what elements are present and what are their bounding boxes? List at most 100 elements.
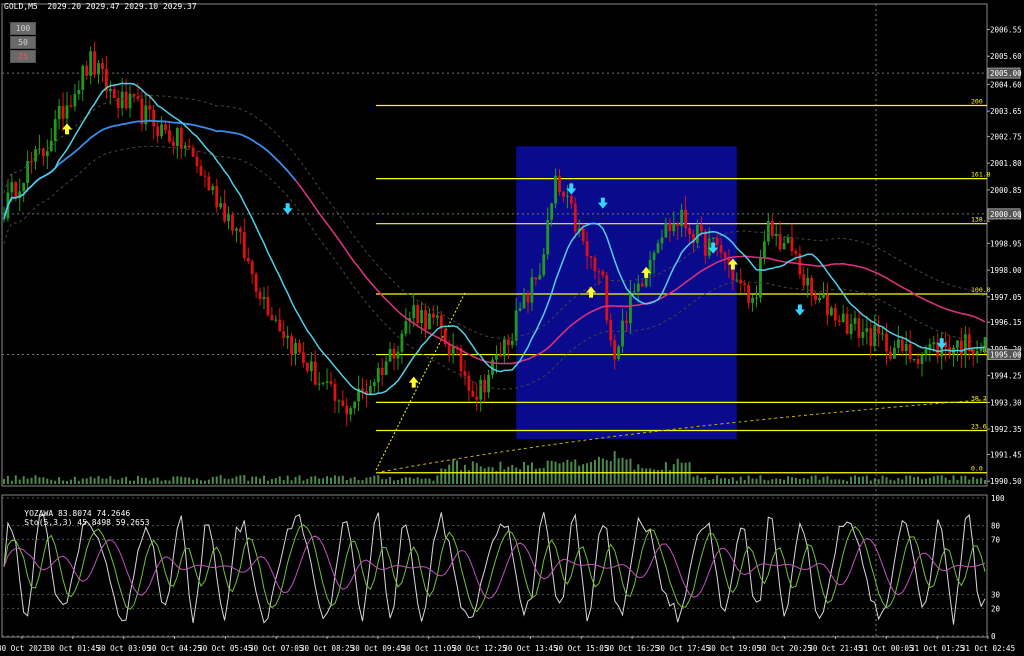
volume-bar — [58, 477, 61, 484]
bear-candle — [471, 390, 475, 397]
bull-candle — [755, 297, 758, 299]
bear-candle — [585, 241, 589, 257]
volume-bar — [73, 476, 76, 484]
bull-candle — [774, 233, 778, 237]
bull-candle — [956, 340, 959, 348]
bull-candle — [337, 400, 341, 402]
bear-candle — [814, 295, 818, 300]
volume-bar — [385, 479, 388, 484]
volume-bar — [952, 475, 955, 484]
bull-candle — [77, 89, 81, 95]
volume-bar — [597, 456, 600, 484]
bear-candle — [739, 279, 743, 284]
bear-candle — [171, 141, 175, 146]
bull-candle — [274, 319, 278, 321]
volume-bar — [227, 479, 230, 484]
price-axis-label: 1998.00 — [990, 266, 1022, 275]
timeframe-button-50[interactable]: 50 — [10, 36, 36, 49]
bull-candle — [160, 124, 163, 137]
volume-bar — [129, 480, 132, 484]
volume-bar — [751, 478, 754, 484]
time-axis-label: 30 Oct 07:05 — [249, 644, 303, 653]
volume-bar — [814, 475, 817, 484]
bear-candle — [254, 273, 258, 292]
fib-level-label: 161.8 — [971, 171, 991, 179]
volume-bar — [818, 479, 821, 484]
bear-candle — [231, 214, 234, 231]
volume-bar — [593, 459, 596, 484]
volume-bar — [538, 468, 541, 484]
time-axis-label: 30 Oct 01:45 — [46, 644, 100, 653]
bull-candle — [822, 295, 825, 298]
volume-bar — [767, 480, 770, 484]
volume-bar — [192, 479, 195, 484]
bull-candle — [629, 292, 632, 324]
volume-bar — [176, 476, 179, 484]
bear-candle — [164, 124, 167, 131]
volume-bar — [850, 476, 853, 484]
bull-candle — [317, 383, 321, 385]
bull-candle — [294, 343, 297, 355]
volume-bar — [932, 476, 935, 484]
volume-bar — [928, 477, 931, 484]
price-axis-label: 2001.80 — [990, 159, 1022, 168]
volume-bar — [105, 478, 108, 484]
volume-bar — [416, 477, 419, 484]
bull-candle — [664, 223, 668, 238]
bull-candle — [621, 320, 624, 347]
bull-candle — [924, 349, 928, 355]
bear-candle — [85, 65, 89, 76]
volume-bar — [790, 477, 793, 484]
volume-bar — [621, 457, 624, 484]
timeframe-button-100[interactable]: 100 — [10, 22, 36, 35]
bull-candle — [514, 310, 518, 341]
volume-bar — [964, 475, 967, 484]
timeframe-button-25[interactable]: 25 — [10, 50, 36, 63]
bear-candle — [242, 232, 246, 259]
volume-bar — [641, 468, 644, 484]
bear-candle — [61, 105, 65, 119]
volume-bar — [361, 480, 364, 484]
bull-candle — [404, 321, 408, 334]
price-axis-label: 2003.65 — [990, 107, 1022, 116]
bull-candle — [542, 254, 546, 276]
volume-bar — [424, 478, 427, 484]
bull-candle — [128, 93, 132, 109]
bear-candle — [869, 328, 873, 347]
bear-candle — [345, 405, 349, 415]
volume-bar — [26, 478, 29, 484]
volume-bar — [306, 479, 309, 484]
bear-candle — [810, 277, 814, 296]
bull-candle — [979, 348, 983, 352]
bear-candle — [802, 274, 806, 286]
volume-bar — [743, 479, 746, 484]
volume-bar — [389, 477, 392, 484]
bear-candle — [298, 343, 301, 353]
time-axis-label: 30 Oct 11:05 — [402, 644, 456, 653]
volume-bar — [629, 458, 632, 484]
highlight-box — [516, 146, 737, 439]
price-tag-label: 2005.00 — [990, 69, 1022, 78]
bull-candle — [400, 333, 404, 352]
bull-candle — [286, 335, 290, 338]
bear-candle — [305, 362, 309, 372]
volume-bar — [802, 477, 805, 484]
price-axis-label: 2004.60 — [990, 80, 1022, 89]
oscillator-level-label: 80 — [991, 522, 1001, 531]
volume-bar — [924, 478, 927, 484]
bear-candle — [845, 313, 849, 335]
price-chart-svg[interactable]: 200161.8138.2100.061.838.223.60.02006.55… — [0, 0, 1024, 656]
volume-bar — [672, 464, 675, 484]
volume-bar — [625, 459, 628, 484]
trading-terminal-chart: 200 161.8 138.2 100.0 61.8 38.2 23.6 0.0 2006.55… — [0, 0, 1024, 656]
price-axis-label: 2002.75 — [990, 132, 1022, 141]
bear-candle — [41, 148, 45, 157]
sell-arrow-icon — [794, 304, 805, 316]
price-axis-label: 1996.15 — [990, 318, 1022, 327]
volume-bar — [779, 478, 782, 484]
bear-candle — [179, 128, 183, 149]
volume-bar — [428, 478, 431, 484]
bull-candle — [873, 325, 877, 347]
bear-candle — [112, 89, 116, 99]
volume-bar — [857, 476, 860, 484]
